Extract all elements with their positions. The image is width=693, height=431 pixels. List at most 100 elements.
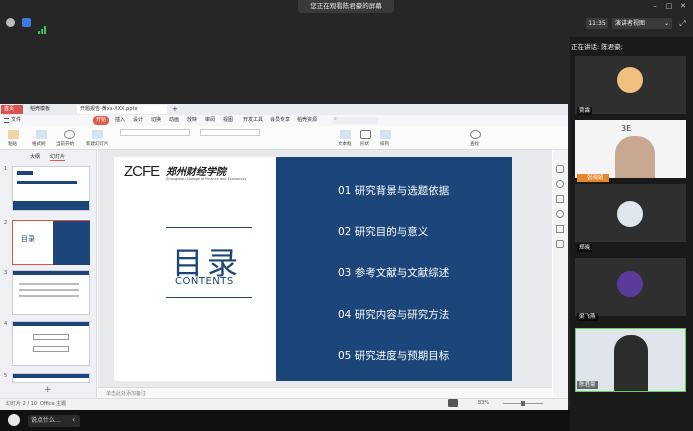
ribbon-tab-member[interactable]: 会员专享 (270, 116, 290, 125)
notes-area[interactable]: 单击此处添加备注 (98, 387, 552, 398)
ribbon-tab-docer[interactable]: 稻壳资源 (297, 116, 317, 125)
slide-logo: ZCFE (124, 163, 160, 180)
participant-name: 贾霖 (577, 107, 593, 115)
play-icon[interactable] (64, 130, 75, 139)
tool-icon[interactable] (556, 195, 564, 203)
thumb-number: 5 (4, 373, 8, 379)
theme-name: Office 主题 (40, 401, 67, 407)
new-slide-icon[interactable] (92, 130, 103, 139)
view-mode-button[interactable]: 演讲者视图 ⌄ (612, 18, 672, 29)
signal-icon (38, 19, 47, 34)
participant-tile-2[interactable]: 3E (575, 120, 686, 178)
divider-bottom (166, 297, 252, 298)
new-tab-icon[interactable]: + (169, 105, 181, 114)
tab-document-label: 开题报告-黄xx-XXX.pptx (80, 106, 138, 112)
slide-thumbnail-4[interactable] (12, 321, 90, 366)
panel-tab-outline[interactable]: 大纲 (30, 153, 40, 160)
avatar (617, 201, 643, 227)
font-format-row[interactable]: B I U S (120, 139, 190, 156)
new-slide-button[interactable]: 新建幻灯片 (86, 141, 109, 147)
participant-tile-4[interactable] (575, 258, 686, 316)
paste-icon[interactable] (8, 130, 19, 139)
ribbon-tab-view[interactable]: 视图 (223, 116, 233, 125)
participant-name: 陈君豪 (577, 381, 598, 389)
tool-icon[interactable] (556, 180, 564, 188)
meeting-bottom-bar (0, 410, 570, 431)
participant-name: 梁飞燕 (577, 313, 598, 321)
ribbon-tab-review[interactable]: 审阅 (205, 116, 215, 125)
tool-icon[interactable] (556, 210, 564, 218)
menu-file[interactable]: 文件 (3, 116, 25, 125)
participant-tile-1[interactable] (575, 56, 686, 114)
maximize-icon[interactable]: □ (664, 2, 674, 11)
wps-home-tab[interactable]: 首页 (1, 105, 23, 114)
ribbon-tab-insert[interactable]: 插入 (115, 116, 125, 125)
participant-name: 张晓婧 (587, 175, 604, 181)
format-painter-icon[interactable] (36, 130, 47, 139)
slide-thumbnail-5[interactable] (12, 373, 90, 383)
shield-icon[interactable] (22, 18, 31, 27)
avatar (617, 67, 643, 93)
slide-thumbnail-2[interactable]: 目录 (12, 220, 90, 265)
participant-name: 郑晓 (577, 244, 593, 252)
toc-subtitle: CONTENTS (175, 276, 234, 287)
participant-tile-3[interactable] (575, 184, 686, 242)
menu-file-label: 文件 (11, 117, 22, 123)
command-search-input[interactable]: ⌕ (332, 116, 378, 124)
thumb-number: 1 (4, 166, 8, 172)
add-slide-icon[interactable]: + (44, 385, 52, 395)
tool-icon[interactable] (556, 225, 564, 233)
ribbon-tab-developer[interactable]: 开发工具 (243, 116, 263, 125)
toc-item-5: 05 研究进度与预期目标 (338, 350, 450, 362)
tile-logo: 3E (621, 124, 632, 133)
arrange-icon[interactable] (380, 130, 391, 139)
slide-thumbnail-1[interactable] (12, 166, 90, 211)
college-name-cn: 郑州财经学院 (166, 167, 226, 178)
college-name-en: Zhengzhou College of Finance and Economi… (166, 177, 247, 181)
close-icon[interactable]: ✕ (678, 2, 688, 11)
ribbon-tab-home-label: 开始 (96, 117, 107, 123)
format-painter-button[interactable]: 格式刷 (32, 141, 46, 147)
tool-icon[interactable] (556, 165, 564, 173)
chevron-left-icon[interactable]: ‹ (72, 415, 75, 424)
textbox-button[interactable]: 文本框 (338, 141, 352, 147)
tab-document[interactable]: 开题报告-黄xx-XXX.pptx (77, 105, 167, 114)
participant-video (614, 335, 648, 391)
avatar[interactable] (8, 414, 20, 426)
toc-item-2: 02 研究目的与意义 (338, 226, 429, 238)
zoom-level: 83% (478, 400, 490, 406)
play-from-current-button[interactable]: 当前开始 (56, 141, 74, 147)
slideshow-play-icon[interactable] (448, 399, 458, 407)
paste-button[interactable]: 粘贴 (8, 141, 17, 147)
paragraph-tools[interactable] (200, 129, 260, 136)
ribbon-tab-home[interactable]: 开始 (93, 116, 109, 125)
shape-button[interactable]: 形状 (360, 141, 369, 147)
tab-docer[interactable]: 稻壳模板 (27, 105, 53, 114)
font-select[interactable] (120, 129, 190, 136)
hamburger-icon (4, 118, 9, 123)
ribbon-tab-animation[interactable]: 动画 (169, 116, 179, 125)
ribbon-tab-design[interactable]: 设计 (133, 116, 143, 125)
minimize-icon[interactable]: – (650, 2, 660, 11)
fullscreen-icon[interactable]: ⤢ (677, 18, 688, 29)
meeting-time: 11:35 (586, 18, 608, 29)
toc-item-3: 03 参考文献与文献综述 (338, 267, 450, 279)
find-button[interactable]: 查找 (470, 141, 479, 147)
speaking-indicator: 正在讲话: 陈君豪; (571, 43, 623, 51)
thumb-number: 3 (4, 270, 8, 276)
find-icon[interactable] (470, 130, 481, 139)
ribbon-tab-transition[interactable]: 切换 (151, 116, 161, 125)
tool-icon[interactable] (556, 240, 564, 248)
shape-icon[interactable] (360, 130, 371, 139)
slide-thumbnail-3[interactable] (12, 270, 90, 315)
zoom-slider[interactable] (503, 401, 543, 406)
textbox-icon[interactable] (340, 130, 351, 139)
info-icon[interactable] (6, 18, 15, 27)
ribbon-tab-slideshow[interactable]: 放映 (187, 116, 197, 125)
arrange-button[interactable]: 排列 (380, 141, 389, 147)
panel-tab-slides[interactable]: 幻灯片 (50, 153, 66, 161)
notes-placeholder: 单击此处添加备注 (106, 391, 147, 397)
tab-label: 首页 (4, 106, 15, 112)
slide-counter: 幻灯片 2 / 10 (6, 401, 37, 407)
avatar (617, 271, 643, 297)
